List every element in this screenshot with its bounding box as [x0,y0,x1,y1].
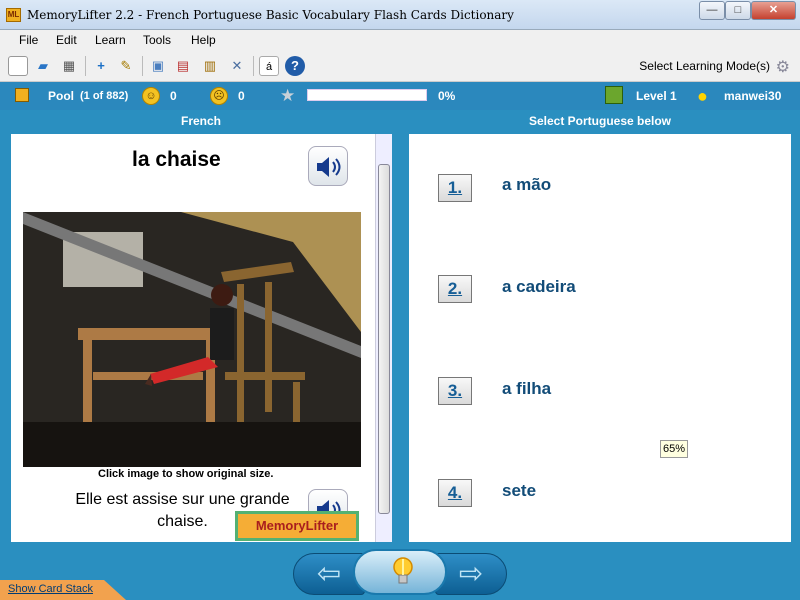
choice-button-3[interactable]: 3. [438,377,472,405]
user-icon: ● [697,86,708,106]
card-stack-icon[interactable]: ▥ [200,56,220,76]
question-header: French [180,114,221,128]
menu-help[interactable]: Help [191,33,216,47]
choice-text-3[interactable]: a filha [502,379,551,399]
memorylifter-logo: MemoryLifter [235,511,359,541]
choice-button-4[interactable]: 4. [438,479,472,507]
choice-text-4[interactable]: sete [502,481,536,501]
toolbar-separator [253,56,254,76]
toolbar: ▰ ▦ + ✎ ▣ ▤ ▥ ✕ á ? Select Learning Mode… [0,50,800,82]
progress-bar [307,89,427,101]
toolbar-separator [85,56,86,76]
open-folder-icon[interactable]: ▰ [33,56,53,76]
media-icon[interactable]: ▤ [173,56,193,76]
add-card-icon[interactable]: + [91,56,111,76]
menu-bar: File Edit Learn Tools Help [0,30,800,50]
question-word: la chaise [132,148,221,171]
choice-text-1[interactable]: a mão [502,175,551,195]
choice-text-2[interactable]: a cadeira [502,277,576,297]
font-icon[interactable]: á [259,56,279,76]
card-photo [23,212,361,467]
lightbulb-icon [393,557,413,584]
print-icon[interactable]: ▦ [59,56,79,76]
help-icon[interactable]: ? [285,56,305,76]
pool-icon [15,88,29,102]
sad-icon: ☹ [210,87,228,105]
select-learning-mode[interactable]: Select Learning Mode(s) [639,59,770,73]
edit-icon[interactable]: ✎ [116,56,136,76]
star-icon: ★ [280,86,296,105]
smile-icon: ☺ [142,87,160,105]
pool-label: Pool [48,89,74,103]
presentation-icon[interactable]: ▣ [148,56,168,76]
show-card-stack-label[interactable]: Show Card Stack [8,583,93,595]
menu-edit[interactable]: Edit [56,33,77,47]
hint-button[interactable] [353,549,447,595]
gear-icon[interactable]: ⚙ [776,57,790,77]
title-bar: ML MemoryLifter 2.2 - French Portuguese … [0,0,800,30]
pool-count: (1 of 882) [80,90,129,102]
minimize-button[interactable]: — [699,1,725,20]
score-badge: 65% [660,440,688,458]
progress-label: 0% [438,89,456,103]
toolbar-separator [142,56,143,76]
speaker-icon [317,157,341,177]
level-icon [605,86,623,104]
close-button[interactable]: ✕ [751,1,796,20]
window-title: MemoryLifter 2.2 - French Portuguese Bas… [27,8,514,22]
choice-button-2[interactable]: 2. [438,275,472,303]
maximize-button[interactable]: □ [725,1,751,20]
menu-tools[interactable]: Tools [143,33,171,47]
menu-file[interactable]: File [19,33,38,47]
card-image[interactable] [23,212,361,467]
level-label: Level 1 [636,89,677,103]
play-word-audio-button[interactable] [308,146,348,186]
username: manwei30 [724,89,782,103]
image-caption: Click image to show original size. [98,468,274,480]
menu-learn[interactable]: Learn [95,33,126,47]
navigation-controls: ⇦ ⇨ [293,549,507,595]
scrollbar-thumb[interactable] [378,164,390,514]
app-icon: ML [6,8,21,22]
right-count: 0 [170,89,177,103]
show-card-stack-button[interactable]: Show Card Stack [0,580,126,600]
choice-button-1[interactable]: 1. [438,174,472,202]
answers-header: Select Portuguese below [528,114,672,128]
new-document-icon[interactable] [8,56,28,76]
wrong-count: 0 [238,89,245,103]
tools-icon[interactable]: ✕ [227,56,247,76]
